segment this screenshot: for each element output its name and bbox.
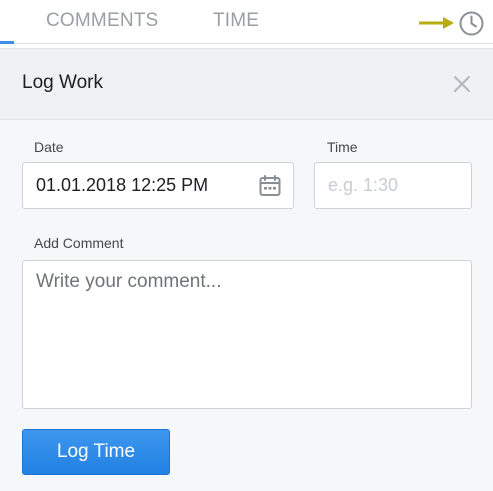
close-icon[interactable] <box>451 73 473 95</box>
date-value: 01.01.2018 12:25 PM <box>36 175 209 195</box>
dialog-header: Log Work <box>0 49 493 120</box>
calendar-icon[interactable] <box>258 174 282 198</box>
log-time-button[interactable]: Log Time <box>22 429 170 475</box>
dialog-title: Log Work <box>22 72 103 93</box>
date-field[interactable]: 01.01.2018 12:25 PM <box>22 162 294 209</box>
comment-label: Add Comment <box>34 235 124 251</box>
comment-input[interactable] <box>22 260 472 409</box>
log-work-dialog: Log Work Date Time 01.01.2018 12:25 PM A… <box>0 48 493 491</box>
tab-comments[interactable]: COMMENTS <box>46 10 158 32</box>
date-label: Date <box>34 139 64 155</box>
tab-time[interactable]: TIME <box>213 10 259 32</box>
time-label: Time <box>327 139 358 155</box>
arrow-right-icon <box>419 17 454 29</box>
clock-icon[interactable] <box>458 10 485 37</box>
tab-bar: COMMENTS TIME <box>0 0 493 44</box>
active-tab-indicator <box>0 41 14 44</box>
time-input[interactable] <box>314 162 472 209</box>
